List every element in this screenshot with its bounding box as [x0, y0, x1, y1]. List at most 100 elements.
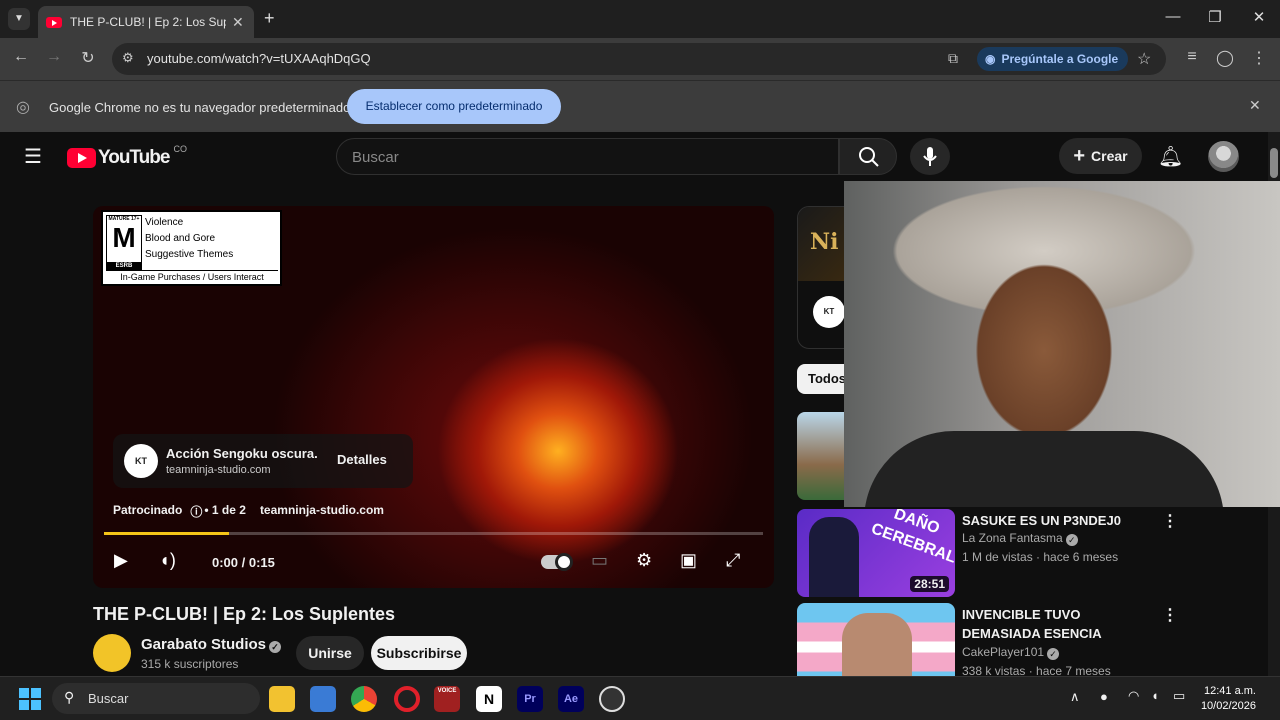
ad-domain[interactable]: teamninja-studio.com	[166, 464, 271, 476]
video-player[interactable]: MATURE 17+ M ESRB Violence Blood and Gor…	[93, 206, 774, 588]
esrb-footer: In-Game Purchases / Users Interact	[106, 270, 278, 282]
bookmark-star-icon[interactable]: ☆	[1137, 49, 1151, 69]
channel-name[interactable]: Garabato Studios ✓	[141, 636, 282, 653]
store-icon[interactable]	[310, 686, 336, 712]
after-effects-icon[interactable]: Ae	[558, 686, 584, 712]
ad-info-icon[interactable]: ⓘ	[190, 503, 202, 520]
youtube-play-icon	[67, 148, 96, 168]
subtitles-icon[interactable]: ▭	[591, 550, 608, 571]
avatar[interactable]	[1208, 141, 1239, 172]
duration-badge: 28:51	[910, 576, 949, 592]
obs-icon[interactable]	[599, 686, 625, 712]
search-placeholder: Buscar	[352, 149, 399, 166]
ad-info-row: Patrocinado ⓘ • 1 de 2 teamninja-studio.…	[113, 503, 384, 520]
windows-taskbar: ⚲ Buscar VOICE N Pr Ae ∧ ● ◠ ◖ ▭ 12:41 a…	[0, 676, 1280, 720]
fullscreen-icon[interactable]: ⤢	[726, 550, 740, 571]
channel-name[interactable]: La Zona Fantasma ✓	[962, 531, 1078, 546]
esrb-descriptor: Violence	[145, 217, 184, 228]
sidebar-ad-logo[interactable]: KT	[813, 296, 845, 328]
back-button[interactable]: ←	[10, 48, 32, 66]
channel-name-text[interactable]: La Zona Fantasma	[962, 531, 1063, 545]
ad-headline[interactable]: Acción Sengoku oscura.	[166, 446, 318, 461]
video-title[interactable]: SASUKE ES UN P3NDEJ0	[962, 511, 1162, 530]
close-window-button[interactable]: ✕	[1244, 8, 1274, 26]
ad-url[interactable]: teamninja-studio.com	[260, 503, 384, 520]
video-title[interactable]: INVENCIBLE TUVO DEMASIADA ESENCIA	[962, 605, 1162, 643]
taskbar-clock[interactable]: 12:41 a.m. 10/02/2026	[1196, 684, 1256, 714]
search-button[interactable]	[839, 138, 897, 175]
progress-bar[interactable]	[104, 532, 763, 535]
play-icon[interactable]: ▶	[114, 550, 128, 571]
list-item[interactable]: DAÑO CEREBRAL 28:51 SASUKE ES UN P3NDEJ0…	[797, 509, 1257, 599]
tray-microphone-icon[interactable]: ●	[1100, 689, 1108, 704]
notifications-bell-icon[interactable]: 🔔︎	[1158, 144, 1183, 169]
chrome-taskbar-icon[interactable]	[351, 686, 377, 712]
volume-icon[interactable]: ◖)	[159, 550, 176, 571]
subscribe-button[interactable]: Subscribirse	[371, 636, 467, 670]
channel-name[interactable]: CakePlayer101 ✓	[962, 645, 1060, 660]
verified-icon: ✓	[1047, 648, 1060, 660]
minimize-button[interactable]: —	[1158, 8, 1188, 25]
ask-google-button[interactable]: ◉ Pregúntale a Google	[977, 47, 1129, 71]
tray-chevron-icon[interactable]: ∧	[1070, 689, 1080, 705]
media-control-icon[interactable]: ≡	[1181, 48, 1203, 66]
esrb-letter: M	[112, 222, 136, 253]
install-app-icon[interactable]: ⧉	[948, 50, 958, 67]
browser-tab[interactable]: THE P-CLUB! | Ep 2: Los Suplentes - YouT…	[38, 6, 254, 38]
esrb-descriptor: Suggestive Themes	[145, 249, 234, 260]
ad-details-button[interactable]: Detalles	[337, 452, 387, 467]
video-thumbnail[interactable]	[797, 603, 955, 676]
restore-button[interactable]: ❐	[1200, 8, 1230, 26]
voicemeeter-icon[interactable]: VOICE	[434, 686, 460, 712]
create-button[interactable]: + Crear	[1059, 138, 1142, 174]
menu-kebab-icon[interactable]: ⋮	[1248, 48, 1270, 68]
settings-gear-icon[interactable]: ⚙	[636, 550, 652, 571]
ad-overlay-card[interactable]: KT Acción Sengoku oscura. teamninja-stud…	[113, 434, 413, 488]
theater-mode-icon[interactable]: ▣	[680, 550, 697, 571]
clock-date: 10/02/2026	[1200, 700, 1256, 712]
speaker-icon[interactable]: ◖	[1151, 688, 1159, 703]
scrollbar-thumb[interactable]	[1270, 148, 1278, 178]
new-tab-button[interactable]: +	[264, 8, 275, 29]
channel-name-text[interactable]: Garabato Studios	[141, 636, 266, 653]
more-options-icon[interactable]: ⋮	[1162, 605, 1178, 625]
notion-icon[interactable]: N	[476, 686, 502, 712]
autoplay-toggle[interactable]	[541, 553, 573, 571]
tab-search-button[interactable]: ▼	[8, 8, 30, 30]
channel-name-text[interactable]: CakePlayer101	[962, 645, 1044, 659]
advertiser-logo[interactable]: KT	[124, 444, 158, 478]
forward-button[interactable]: →	[43, 48, 65, 66]
more-options-icon[interactable]: ⋮	[1162, 511, 1178, 531]
progress-fill	[104, 532, 230, 535]
url-text[interactable]: youtube.com/watch?v=tUXAAqhDqGQ	[147, 51, 371, 66]
taskbar-search-input[interactable]: ⚲ Buscar	[52, 683, 260, 714]
join-button[interactable]: Unirse	[296, 636, 364, 670]
sidebar-ad-thumb-text: Ni	[810, 229, 839, 255]
video-title: THE P-CLUB! | Ep 2: Los Suplentes	[93, 604, 396, 624]
list-item[interactable]: INVENCIBLE TUVO DEMASIADA ESENCIA CakePl…	[797, 603, 1257, 676]
infobar-close-icon[interactable]: ✕	[1249, 97, 1261, 114]
youtube-logo[interactable]: YouTube CO	[67, 144, 187, 169]
search-input[interactable]: Buscar	[336, 138, 839, 175]
webcam-overlay	[844, 181, 1280, 507]
battery-icon[interactable]: ▭	[1173, 688, 1185, 704]
windows-start-icon[interactable]	[19, 688, 41, 710]
channel-avatar[interactable]	[93, 634, 131, 672]
guide-menu-icon[interactable]: ☰	[24, 144, 42, 169]
voice-search-button[interactable]	[910, 138, 950, 175]
search-icon: ⚲	[64, 689, 75, 705]
view-count: 1 M de vistas · hace 6 meses	[962, 550, 1119, 564]
reload-button[interactable]: ↻	[77, 48, 99, 68]
site-settings-icon[interactable]: ⚙	[122, 50, 134, 66]
opera-icon[interactable]	[394, 686, 420, 712]
esrb-top-text: MATURE 17+	[108, 216, 140, 222]
video-thumbnail[interactable]: DAÑO CEREBRAL 28:51	[797, 509, 955, 597]
time-display: 0:00 / 0:15	[212, 555, 275, 570]
premiere-icon[interactable]: Pr	[517, 686, 543, 712]
wifi-icon[interactable]: ◠	[1128, 688, 1139, 704]
file-explorer-icon[interactable]	[269, 686, 295, 712]
tab-close-icon[interactable]: ✕	[232, 14, 244, 31]
set-default-button[interactable]: Establecer como predeterminado	[347, 89, 561, 124]
profile-icon[interactable]: ◯	[1214, 48, 1236, 68]
address-bar[interactable]: ⚙ youtube.com/watch?v=tUXAAqhDqGQ ⧉ ◉ Pr…	[112, 43, 1166, 75]
